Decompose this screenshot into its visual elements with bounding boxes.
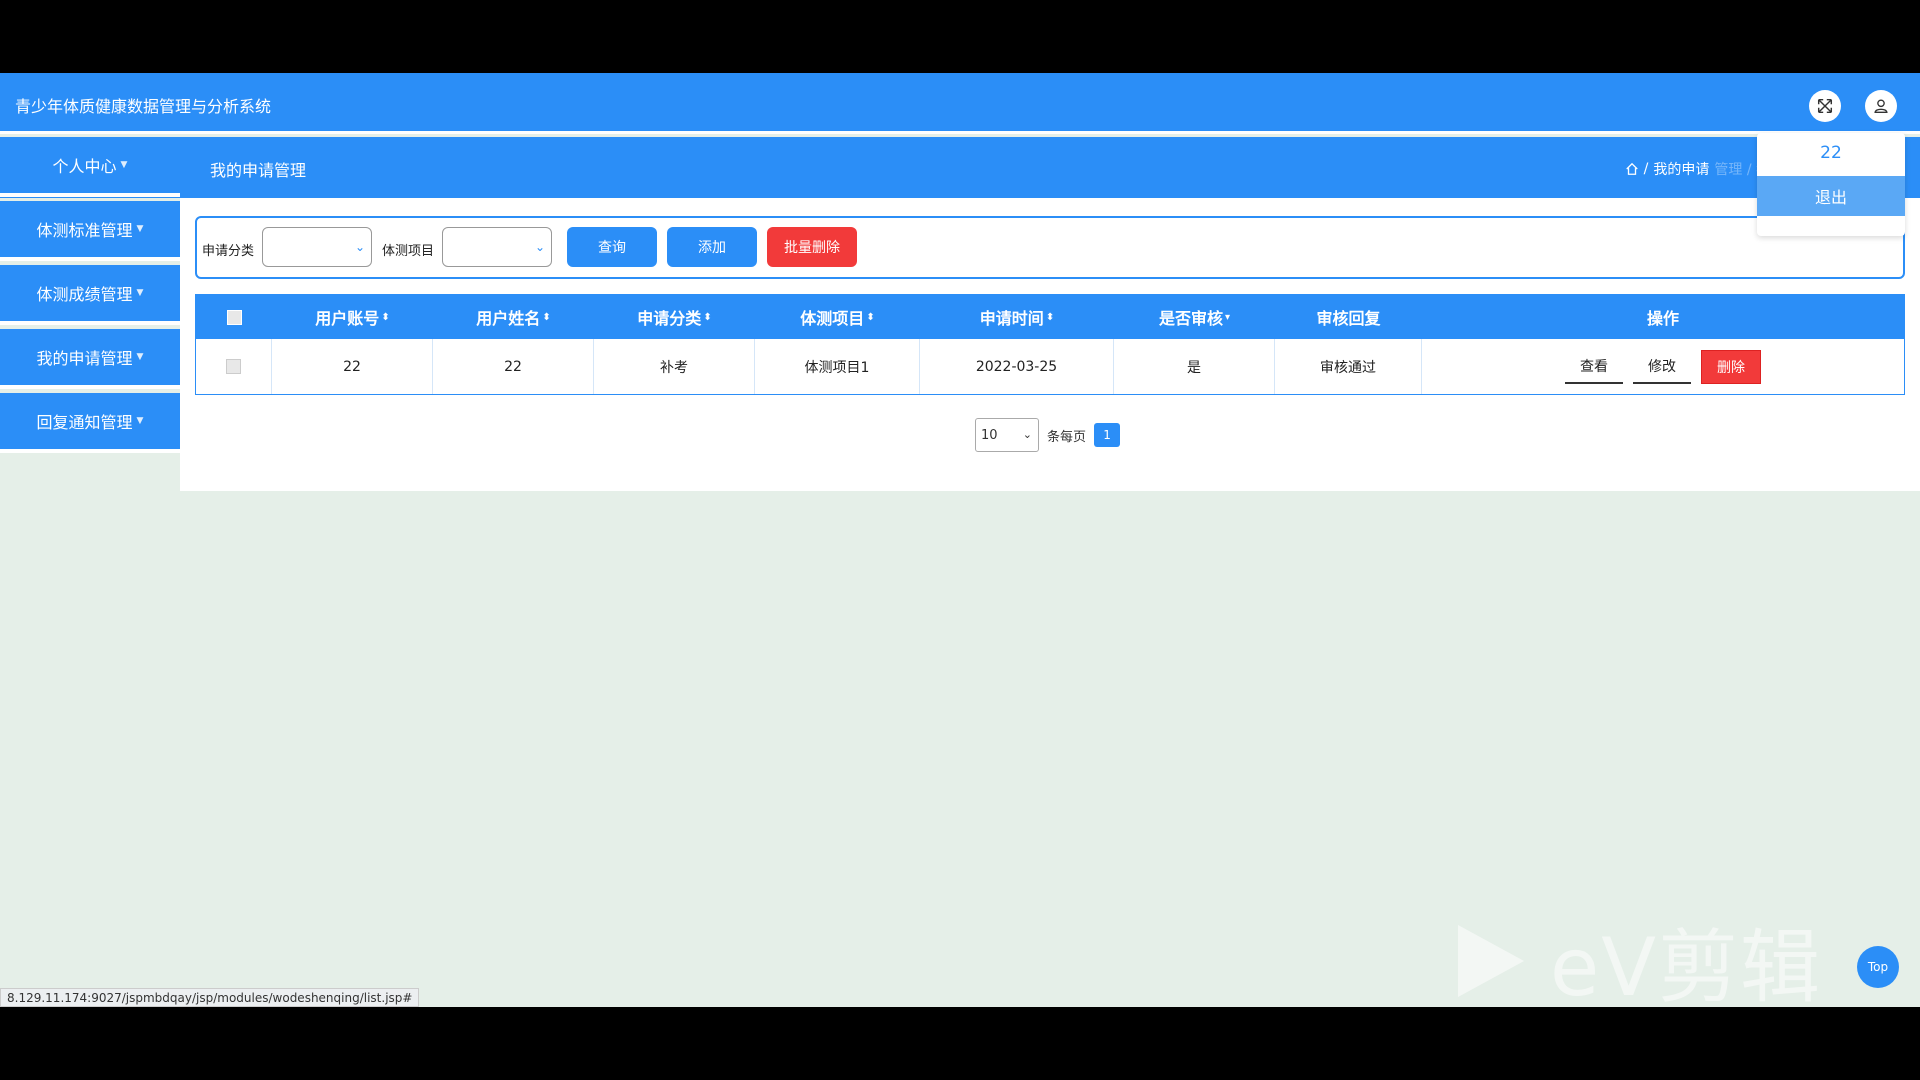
chevron-down-icon: ⌄ <box>1022 428 1032 441</box>
user-icon <box>1874 99 1888 113</box>
caret-down-icon: ▼ <box>136 352 144 362</box>
row-checkbox[interactable] <box>226 359 241 374</box>
header-label: 审核回复 <box>1316 309 1381 328</box>
per-page-label: 条每页 <box>1047 429 1087 445</box>
fullscreen-button[interactable] <box>1809 90 1841 122</box>
header-category[interactable]: 申请分类 ⬍ <box>594 295 755 339</box>
header-reply: 审核回复 <box>1275 295 1422 339</box>
sidebar-item-label: 体测标准管理 <box>36 221 133 240</box>
header-name[interactable]: 用户姓名 ⬍ <box>433 295 594 339</box>
chevron-down-icon: ⌄ <box>534 240 545 254</box>
header-label: 申请分类 <box>637 309 702 328</box>
header-operation: 操作 <box>1422 295 1904 339</box>
sidebar-item-label: 回复通知管理 <box>36 413 133 432</box>
table-header: 用户账号 ⬍ 用户姓名 ⬍ 申请分类 ⬍ 体测项目 ⬍ 申请时间 ⬍ 是否审核 ▾ 审核回复… <box>196 295 1904 339</box>
user-dropdown-menu: 22 退出 <box>1757 133 1905 236</box>
table-row: 22 22 补考 体测项目1 2022-03-25 是 审核通过 查看 修改 删… <box>196 339 1904 394</box>
view-button[interactable]: 查看 <box>1565 350 1623 384</box>
sort-icon: ⬍ <box>381 311 390 323</box>
sort-icon: ⬍ <box>1045 311 1055 323</box>
sort-icon: ⬍ <box>703 311 712 323</box>
sidebar-item-reply-notice[interactable]: 回复通知管理 ▼ <box>0 393 180 453</box>
header-label: 用户账号 <box>315 309 380 328</box>
logout-menu-item[interactable]: 退出 <box>1757 176 1905 216</box>
header-select-all <box>196 295 272 339</box>
sort-icon: ⬍ <box>866 311 875 323</box>
watermark-text: eV剪辑 <box>1550 921 1822 1007</box>
header-time[interactable]: 申请时间 ⬍ <box>920 295 1114 339</box>
cell-name: 22 <box>433 339 594 394</box>
back-to-top-button[interactable]: Top <box>1857 946 1899 988</box>
category-select[interactable]: ⌄ <box>262 227 372 267</box>
chevron-down-icon: ⌄ <box>354 240 365 254</box>
breadcrumb-current[interactable]: 我的申请 <box>1653 159 1709 179</box>
caret-down-icon: ▼ <box>136 416 144 426</box>
expand-icon <box>1817 98 1833 114</box>
sort-icon: ⬍ <box>542 311 551 323</box>
app-screen: 青少年体质健康数据管理与分析系统 我的申请管理 / 我的申请 管理 / 我的申请… <box>0 73 1920 1007</box>
cell-reply: 审核通过 <box>1275 339 1422 394</box>
current-module-label: 我的申请管理 <box>210 161 307 180</box>
header-label: 体测项目 <box>800 309 865 328</box>
header-label: 用户姓名 <box>476 309 541 328</box>
page-size-value: 10 <box>981 427 998 443</box>
status-bar-url: 8.129.11.174:9027/jspmbdqay/jsp/modules/… <box>0 988 420 1007</box>
sidebar-item-test-score[interactable]: 体测成绩管理 ▼ <box>0 265 180 325</box>
cell-category: 补考 <box>594 339 755 394</box>
page-size-select[interactable]: 10 ⌄ <box>975 418 1039 452</box>
cell-actions: 查看 修改 删除 <box>1422 339 1904 394</box>
sidebar-item-label: 体测成绩管理 <box>36 285 133 304</box>
page-number-button[interactable]: 1 <box>1094 423 1121 447</box>
batch-delete-button[interactable]: 批量删除 <box>767 227 857 267</box>
search-panel: 申请分类 ⌄ 体测项目 ⌄ 查询 添加 批量删除 <box>195 216 1905 279</box>
dropdown-username: 22 <box>1820 143 1842 163</box>
header-label: 是否审核 <box>1158 309 1223 328</box>
cell-project: 体测项目1 <box>755 339 920 394</box>
project-label: 体测项目 <box>382 244 435 259</box>
caret-down-icon: ▼ <box>136 288 144 298</box>
user-avatar-button[interactable] <box>1865 90 1897 122</box>
pagination: 10 ⌄ 条每页 1 <box>975 418 1121 452</box>
project-select[interactable]: ⌄ <box>442 227 552 267</box>
app-title: 青少年体质健康数据管理与分析系统 <box>15 97 272 116</box>
caret-down-icon: ▼ <box>120 160 128 170</box>
cell-audited: 是 <box>1114 339 1275 394</box>
watermark: eV剪辑 <box>1450 903 1822 1007</box>
application-table: 用户账号 ⬍ 用户姓名 ⬍ 申请分类 ⬍ 体测项目 ⬍ 申请时间 ⬍ 是否审核 ▾ 审核回复… <box>195 294 1905 395</box>
header-project[interactable]: 体测项目 ⬍ <box>755 295 920 339</box>
sidebar-item-my-application[interactable]: 我的申请管理 ▼ <box>0 329 180 389</box>
edit-button[interactable]: 修改 <box>1633 350 1691 384</box>
add-button[interactable]: 添加 <box>667 227 757 267</box>
sort-desc-icon: ▾ <box>1224 311 1231 323</box>
query-button[interactable]: 查询 <box>567 227 657 267</box>
sidebar-item-label: 个人中心 <box>52 157 117 176</box>
home-icon[interactable] <box>1625 162 1639 176</box>
sidebar-item-label: 我的申请管理 <box>36 349 133 368</box>
main-content: 申请分类 ⌄ 体测项目 ⌄ 查询 添加 批量删除 用户账号 ⬍ 用户姓名 ⬍ 申请分… <box>180 198 1920 491</box>
header-label: 申请时间 <box>979 309 1044 328</box>
breadcrumb-separator: / <box>1643 161 1649 177</box>
row-select-cell <box>196 339 272 394</box>
header-account[interactable]: 用户账号 ⬍ <box>272 295 433 339</box>
sidebar-item-test-standard[interactable]: 体测标准管理 ▼ <box>0 201 180 261</box>
cell-account: 22 <box>272 339 433 394</box>
caret-down-icon: ▼ <box>136 224 144 234</box>
delete-button[interactable]: 删除 <box>1701 349 1761 384</box>
sub-header: 我的申请管理 / 我的申请 管理 / 我的申请列表 <box>0 137 1920 198</box>
category-label: 申请分类 <box>202 244 255 259</box>
select-all-checkbox[interactable] <box>226 309 242 325</box>
sidebar-item-personal-center[interactable]: 个人中心 ▼ <box>0 137 180 197</box>
play-logo-icon <box>1458 925 1524 997</box>
cell-time: 2022-03-25 <box>920 339 1114 394</box>
top-header: 青少年体质健康数据管理与分析系统 <box>0 73 1920 134</box>
header-audited[interactable]: 是否审核 ▾ <box>1114 295 1275 339</box>
header-label: 操作 <box>1646 309 1679 328</box>
